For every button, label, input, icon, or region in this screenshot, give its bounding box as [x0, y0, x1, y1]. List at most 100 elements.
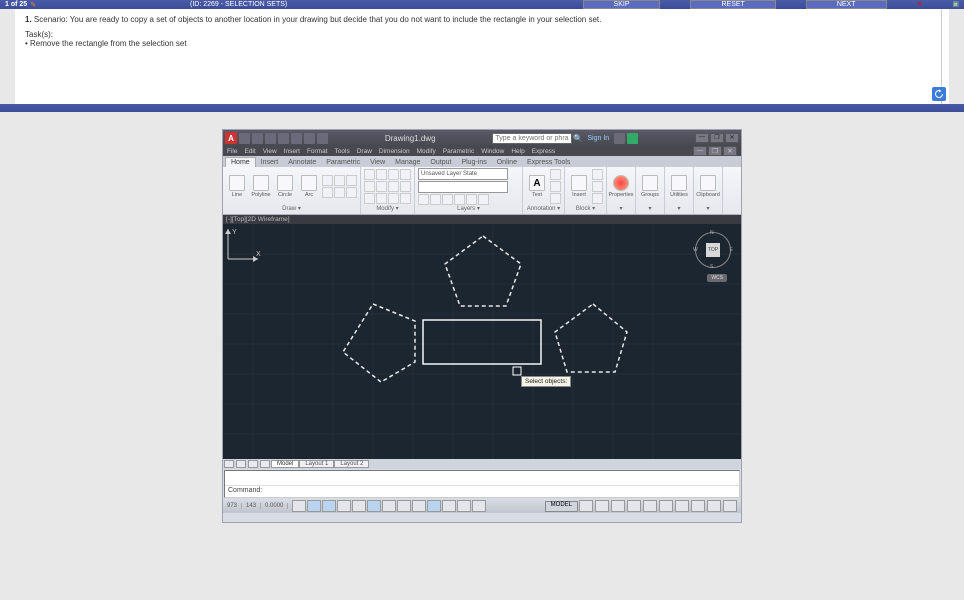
menu-express[interactable]: Express — [532, 148, 555, 155]
annotation-tool[interactable] — [550, 181, 561, 192]
status-toggle[interactable] — [427, 500, 441, 512]
status-toggle[interactable] — [367, 500, 381, 512]
tool-line[interactable]: Line — [226, 175, 248, 198]
tab-annotate[interactable]: Annotate — [283, 158, 321, 167]
skip-button[interactable]: SKIP — [583, 0, 661, 9]
block-tool[interactable] — [592, 193, 603, 204]
modify-tool[interactable] — [400, 169, 411, 180]
layout-tab-model[interactable]: Model — [271, 460, 299, 468]
group-label-draw[interactable]: Draw ▾ — [226, 205, 357, 213]
tab-home[interactable]: Home — [225, 157, 256, 167]
status-toggle[interactable] — [412, 500, 426, 512]
annotation-tool[interactable] — [550, 169, 561, 180]
nav-last-icon[interactable] — [260, 460, 270, 468]
tool-circle[interactable]: Circle — [274, 175, 296, 198]
menu-help[interactable]: Help — [511, 148, 524, 155]
close-icon[interactable]: ✕ — [917, 0, 923, 9]
layer-tool[interactable] — [442, 194, 453, 205]
tool-properties[interactable]: Properties — [610, 175, 632, 198]
tool-polyline[interactable]: Polyline — [250, 175, 272, 198]
signin-link[interactable]: Sign In — [587, 135, 609, 142]
status-right-toggle[interactable] — [659, 500, 673, 512]
wcs-badge[interactable]: WCS — [707, 274, 727, 282]
block-tool[interactable] — [592, 181, 603, 192]
modify-tool[interactable] — [388, 169, 399, 180]
modify-tool[interactable] — [364, 181, 375, 192]
modify-tool[interactable] — [376, 181, 387, 192]
status-toggle[interactable] — [382, 500, 396, 512]
menu-edit[interactable]: Edit — [244, 148, 255, 155]
tab-insert[interactable]: Insert — [256, 158, 284, 167]
draw-small-tool[interactable] — [334, 175, 345, 186]
viewcube-n[interactable]: N — [710, 230, 714, 236]
layer-dropdown[interactable] — [418, 181, 508, 193]
nav-prev-icon[interactable] — [236, 460, 246, 468]
menu-window[interactable]: Window — [481, 148, 504, 155]
draw-small-tool[interactable] — [334, 187, 345, 198]
status-toggle[interactable] — [337, 500, 351, 512]
layer-tool[interactable] — [430, 194, 441, 205]
layout-tab-1[interactable]: Layout 1 — [299, 460, 334, 468]
status-toggle[interactable] — [442, 500, 456, 512]
modify-tool[interactable] — [376, 169, 387, 180]
status-right-toggle[interactable] — [691, 500, 705, 512]
menu-file[interactable]: File — [227, 148, 237, 155]
group-label-annotation[interactable]: Annotation ▾ — [526, 205, 561, 213]
status-right-toggle[interactable] — [595, 500, 609, 512]
viewcube[interactable]: TOP N S E W — [693, 230, 733, 270]
draw-small-tool[interactable] — [346, 187, 357, 198]
status-right-toggle[interactable] — [707, 500, 721, 512]
modify-tool[interactable] — [388, 193, 399, 204]
command-input[interactable] — [262, 487, 736, 494]
group-label-properties[interactable]: ▾ — [610, 205, 632, 213]
status-right-toggle[interactable] — [643, 500, 657, 512]
layer-state-dropdown[interactable]: Unsaved Layer State — [418, 168, 508, 180]
tool-insert[interactable]: Insert — [568, 175, 590, 198]
tab-output[interactable]: Output — [425, 158, 456, 167]
help-icon[interactable] — [627, 133, 638, 144]
tab-plugins[interactable]: Plug-ins — [456, 158, 491, 167]
menu-insert[interactable]: Insert — [284, 148, 300, 155]
block-tool[interactable] — [592, 169, 603, 180]
group-label-groups[interactable]: ▾ — [639, 205, 661, 213]
qat-plot-icon[interactable] — [291, 133, 302, 144]
tab-view[interactable]: View — [365, 158, 390, 167]
viewcube-w[interactable]: W — [693, 247, 698, 253]
draw-small-tool[interactable] — [346, 175, 357, 186]
qat-undo-icon[interactable] — [304, 133, 315, 144]
group-label-layers[interactable]: Layers ▾ — [418, 205, 519, 213]
viewport-label[interactable]: [-][Top][2D Wireframe] — [223, 215, 741, 224]
qat-open-icon[interactable] — [252, 133, 263, 144]
group-label-clipboard[interactable]: ▾ — [697, 205, 719, 213]
menu-parametric[interactable]: Parametric — [443, 148, 474, 155]
status-right-toggle[interactable] — [579, 500, 593, 512]
autocad-logo-icon[interactable]: A — [225, 132, 237, 144]
qat-save-icon[interactable] — [265, 133, 276, 144]
qat-saveas-icon[interactable] — [278, 133, 289, 144]
draw-small-tool[interactable] — [322, 175, 333, 186]
qat-new-icon[interactable] — [239, 133, 250, 144]
group-label-block[interactable]: Block ▾ — [568, 205, 603, 213]
close-button[interactable]: ✕ — [725, 133, 739, 143]
viewcube-s[interactable]: S — [710, 264, 713, 270]
tab-manage[interactable]: Manage — [390, 158, 425, 167]
reset-button[interactable]: RESET — [690, 0, 775, 9]
status-right-toggle[interactable] — [723, 500, 737, 512]
layout-tab-2[interactable]: Layout 2 — [334, 460, 369, 468]
edit-icon[interactable]: ✎ — [30, 1, 36, 9]
status-toggle[interactable] — [307, 500, 321, 512]
tool-groups[interactable]: Groups — [639, 175, 661, 198]
layer-tool[interactable] — [454, 194, 465, 205]
drawing-canvas[interactable]: Select objects: TOP N S E W WCS Y X — [223, 224, 741, 459]
status-model-button[interactable]: MODEL — [545, 501, 578, 512]
viewcube-e[interactable]: E — [730, 247, 733, 253]
tab-online[interactable]: Online — [492, 158, 522, 167]
tool-utilities[interactable]: Utilities — [668, 175, 690, 198]
status-toggle[interactable] — [322, 500, 336, 512]
status-right-toggle[interactable] — [611, 500, 625, 512]
tab-parametric[interactable]: Parametric — [321, 158, 365, 167]
layer-tool[interactable] — [418, 194, 429, 205]
doc-restore-button[interactable]: ❐ — [708, 146, 722, 156]
modify-tool[interactable] — [364, 169, 375, 180]
tool-clipboard[interactable]: Clipboard — [697, 175, 719, 198]
